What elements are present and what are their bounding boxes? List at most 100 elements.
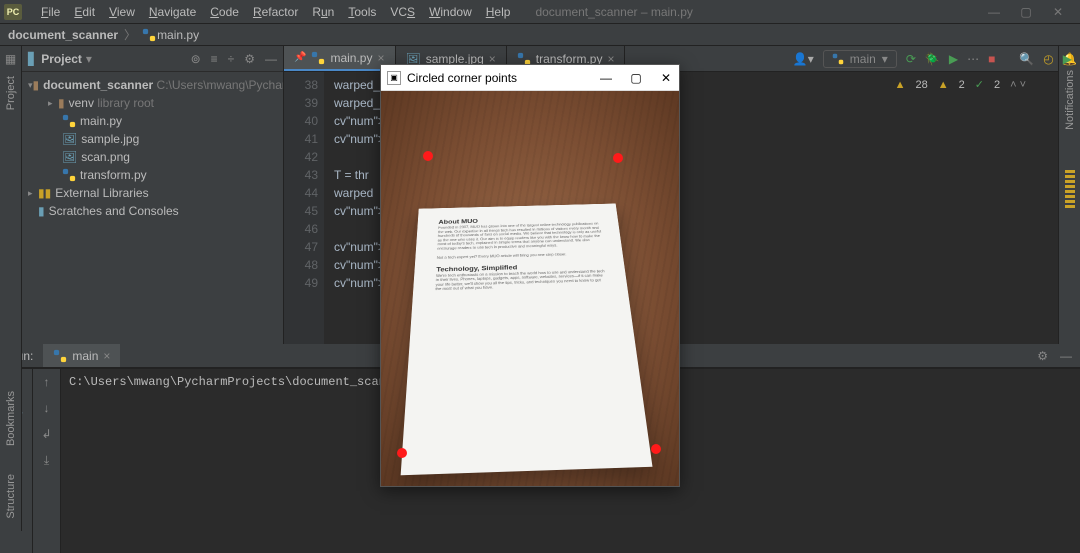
window-maximize-icon[interactable]: ▢ [1018, 5, 1034, 19]
project-panel-title[interactable]: Project [41, 52, 82, 66]
project-panel: ▋ Project ▾ ⊚ ≡ ÷ ⚙ — ▾ ▮ document_scann… [22, 46, 284, 344]
corner-dot-bl [397, 448, 407, 458]
hide-run-icon[interactable]: — [1060, 349, 1072, 363]
python-file-icon [62, 168, 76, 182]
debug-button[interactable]: 🪲 [925, 52, 940, 66]
menu-file[interactable]: File [34, 5, 67, 19]
run-toolbar-left2: ↑ ↓ ↲ ⤓ [33, 369, 61, 553]
python-icon [832, 53, 844, 65]
opencv-titlebar[interactable]: ▣ Circled corner points — ▢ ✕ [381, 65, 679, 91]
menu-help[interactable]: Help [479, 5, 518, 19]
menu-code[interactable]: Code [203, 5, 246, 19]
opencv-window-title: Circled corner points [407, 71, 517, 85]
corner-dot-tr [613, 153, 623, 163]
warning-icon: ▲ [895, 79, 906, 91]
gear-icon[interactable]: ⚙ [244, 52, 255, 66]
menu-window[interactable]: Window [422, 5, 479, 19]
document-paper: About MUO Founded in 2007, MUO has grown… [401, 204, 653, 476]
opencv-window[interactable]: ▣ Circled corner points — ▢ ✕ About MUO … [380, 64, 680, 487]
collapse-all-icon[interactable]: ÷ [228, 52, 235, 66]
notifications-label[interactable]: Notifications [1064, 70, 1076, 130]
tab-main-py[interactable]: 📌 main.py × [284, 46, 396, 71]
left-tool-strip-bottom: Bookmarks Structure [0, 344, 22, 531]
ok-icon: ✓ [975, 78, 984, 91]
bookmarks-tool-label[interactable]: Bookmarks [5, 391, 17, 446]
library-icon: ▮▮ [38, 186, 51, 200]
image-file-icon: 🖼 [62, 150, 77, 164]
tree-external[interactable]: ▸ ▮▮ External Libraries [22, 184, 283, 202]
scroll-end-icon[interactable]: ⤓ [44, 453, 49, 468]
hide-panel-icon[interactable]: — [265, 52, 277, 66]
menu-view[interactable]: View [102, 5, 142, 19]
breadcrumb: document_scanner 〉 main.py [0, 24, 1080, 46]
scratches-icon: ▮ [38, 204, 45, 218]
tree-file-scan[interactable]: 🖼 scan.png [22, 148, 283, 166]
window-close-icon[interactable]: ✕ [659, 71, 673, 85]
python-file-icon [62, 114, 76, 128]
profile-icon[interactable]: ⋯ [967, 52, 979, 66]
line-gutter: 383940414243444546474849 [284, 72, 324, 344]
project-tool-icon[interactable]: ▦ [5, 52, 16, 66]
menu-refactor[interactable]: Refactor [246, 5, 305, 19]
project-view-icon: ▋ [28, 52, 37, 66]
stop-button[interactable]: ■ [988, 52, 995, 66]
run-toolbar: 👤▾ main ▾ ⟳ 🪲 ▶ ⋯ ■ 🔍 ◴ ▶ [793, 46, 1072, 72]
project-tree: ▾ ▮ document_scanner C:\Users\mwang\Pych… [22, 72, 283, 224]
corner-dot-tl [423, 151, 433, 161]
python-file-icon [311, 51, 325, 65]
opencv-icon: ▣ [387, 71, 401, 85]
project-panel-header: ▋ Project ▾ ⊚ ≡ ÷ ⚙ — [22, 46, 283, 72]
run-settings-icon[interactable]: ⚙ [1037, 349, 1048, 363]
project-tool-label[interactable]: Project [5, 76, 17, 110]
run-config-select[interactable]: main ▾ [823, 50, 897, 68]
select-opened-icon[interactable]: ⊚ [191, 52, 201, 66]
menu-run[interactable]: Run [305, 5, 341, 19]
structure-tool-label[interactable]: Structure [5, 474, 17, 519]
titlebar: PC File Edit View Navigate Code Refactor… [0, 0, 1080, 24]
tree-file-transform[interactable]: transform.py [22, 166, 283, 184]
menu-tools[interactable]: Tools [341, 5, 383, 19]
window-maximize-icon[interactable]: ▢ [629, 71, 643, 85]
search-icon[interactable]: 🔍 [1019, 52, 1034, 66]
tree-root[interactable]: ▾ ▮ document_scanner C:\Users\mwang\Pych… [22, 76, 283, 94]
menu-edit[interactable]: Edit [67, 5, 102, 19]
run-button[interactable]: ⟳ [906, 52, 916, 66]
menu-navigate[interactable]: Navigate [142, 5, 203, 19]
pin-icon: 📌 [294, 52, 306, 63]
ide-updates-icon[interactable]: ▶ [1063, 52, 1072, 66]
up-icon[interactable]: ↑ [44, 375, 50, 389]
settings-icon[interactable]: ◴ [1043, 52, 1053, 66]
tree-file-sample[interactable]: 🖼 sample.jpg [22, 130, 283, 148]
soft-wrap-icon[interactable]: ↲ [41, 427, 51, 441]
folder-icon: ▮ [33, 78, 40, 92]
breadcrumb-project[interactable]: document_scanner [8, 28, 118, 42]
tree-file-main[interactable]: main.py [22, 112, 283, 130]
window-minimize-icon[interactable]: — [986, 5, 1002, 19]
left-tool-strip: ▦ Project [0, 46, 22, 344]
python-file-icon [142, 28, 156, 42]
weak-warning-icon: ▲ [938, 79, 949, 91]
breadcrumb-sep: 〉 [118, 26, 142, 43]
right-tool-strip: 🔔 Notifications [1058, 46, 1080, 344]
tree-venv[interactable]: ▸ ▮ venv library root [22, 94, 283, 112]
ide-logo: PC [4, 4, 22, 20]
opencv-image: About MUO Founded in 2007, MUO has grown… [381, 91, 679, 486]
expand-all-icon[interactable]: ≡ [211, 52, 218, 66]
code-inspection-status[interactable]: ▲28 ▲2 ✓2 ˄ ˅ [895, 78, 1026, 91]
breadcrumb-file[interactable]: main.py [157, 28, 199, 42]
menu-vcs[interactable]: VCS [383, 5, 422, 19]
titlebar-project: document_scanner – main.py [535, 5, 692, 19]
run-coverage-icon[interactable]: ▶ [949, 52, 958, 66]
tab-close-icon[interactable]: × [377, 51, 384, 65]
folder-icon: ▮ [58, 96, 65, 110]
run-tab[interactable]: main × [43, 344, 120, 367]
tab-close-icon[interactable]: × [103, 349, 110, 363]
image-file-icon: 🖼 [62, 132, 77, 146]
window-close-icon[interactable]: ✕ [1050, 5, 1066, 19]
down-icon[interactable]: ↓ [44, 401, 50, 415]
run-config-label: main [850, 52, 876, 66]
tree-scratches[interactable]: ▮ Scratches and Consoles [22, 202, 283, 220]
error-stripe[interactable] [1065, 170, 1075, 208]
window-minimize-icon[interactable]: — [599, 71, 613, 85]
user-account-icon[interactable]: 👤▾ [793, 52, 814, 66]
